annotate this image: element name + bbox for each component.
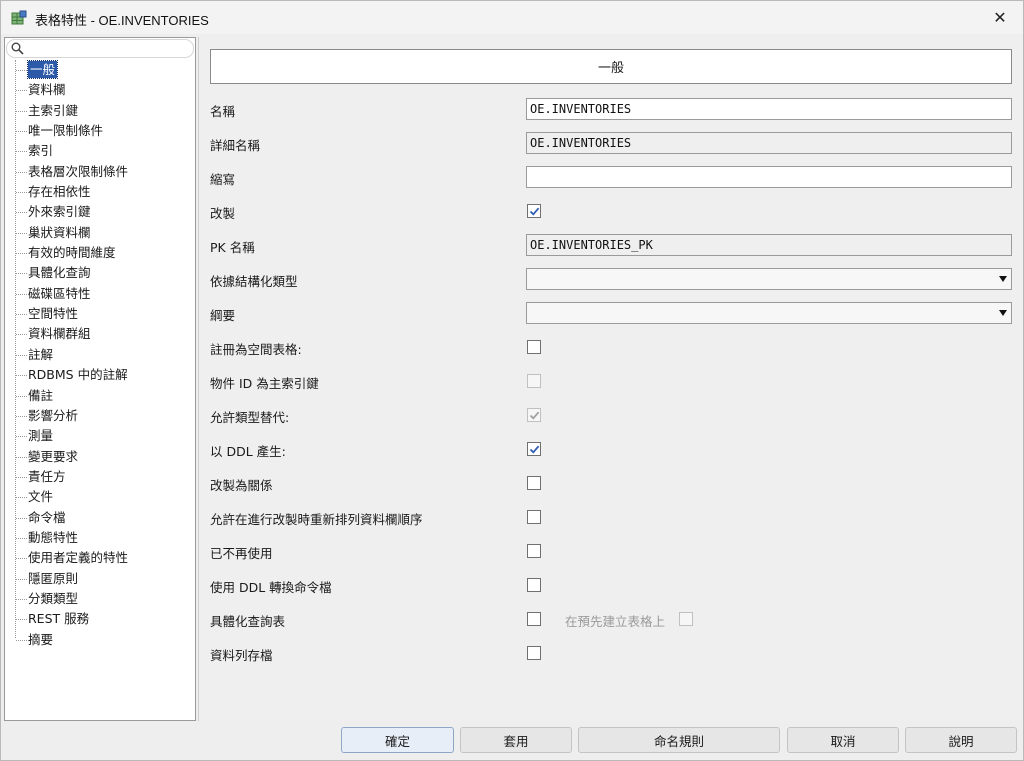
- engineer-relation-label: 改製為關係: [210, 478, 273, 493]
- tree-item-valid-time[interactable]: 有效的時間維度: [5, 243, 195, 263]
- tree-item-spatial-properties[interactable]: 空間特性: [5, 304, 195, 324]
- materialized-query-table-checkbox[interactable]: [527, 612, 541, 626]
- pk-name-label: PK 名稱: [210, 240, 255, 255]
- row-archival-checkbox[interactable]: [527, 646, 541, 660]
- generate-ddl-label: 以 DDL 產生:: [210, 444, 286, 459]
- checkmark-icon: [529, 411, 540, 420]
- long-name-field: OE.INVENTORIES: [526, 132, 1012, 154]
- tree-item-measurements[interactable]: 測量: [5, 426, 195, 446]
- register-spatial-label: 註冊為空間表格:: [210, 342, 302, 357]
- help-button[interactable]: 說明: [905, 727, 1017, 753]
- allow-reorder-checkbox[interactable]: [527, 510, 541, 524]
- tree-item-impact-analysis[interactable]: 影響分析: [5, 406, 195, 426]
- window-title: 表格特性 - OE.INVENTORIES: [35, 13, 209, 28]
- tree-item-summary[interactable]: 摘要: [5, 630, 195, 650]
- close-button[interactable]: ✕: [977, 1, 1023, 34]
- tree-item-volume-properties[interactable]: 磁碟區特性: [5, 284, 195, 304]
- name-field[interactable]: OE.INVENTORIES: [526, 98, 1012, 120]
- apply-button[interactable]: 套用: [460, 727, 572, 753]
- allow-substitution-checkbox: [527, 408, 541, 422]
- oid-pk-checkbox: [527, 374, 541, 388]
- deprecated-checkbox[interactable]: [527, 544, 541, 558]
- on-prebuilt-table-label: 在預先建立表格上: [565, 614, 666, 629]
- pk-name-field: OE.INVENTORIES_PK: [526, 234, 1012, 256]
- tree-item-table-constraints[interactable]: 表格層次限制條件: [5, 162, 195, 182]
- abbreviation-field[interactable]: [526, 166, 1012, 188]
- tree-item-comments[interactable]: 註解: [5, 345, 195, 365]
- on-prebuilt-table-checkbox: [679, 612, 693, 626]
- tree-item-dynamic-properties[interactable]: 動態特性: [5, 528, 195, 548]
- based-on-type-label: 依據結構化類型: [210, 274, 298, 289]
- schema-label: 綱要: [210, 308, 236, 323]
- tree-search-input[interactable]: [6, 39, 194, 58]
- checkmark-icon: [529, 207, 540, 216]
- tree-item-column-groups[interactable]: 資料欄群組: [5, 324, 195, 344]
- tree-item-general[interactable]: 一般: [5, 60, 195, 80]
- engineer-label: 改製: [210, 206, 236, 221]
- properties-pane: 一般 名稱 OE.INVENTORIES 詳細名稱 OE.INVENTORIES…: [198, 37, 1023, 721]
- long-name-label: 詳細名稱: [210, 138, 261, 153]
- register-spatial-checkbox[interactable]: [527, 340, 541, 354]
- tree-item-responsible-parties[interactable]: 責任方: [5, 467, 195, 487]
- tree-item-foreign-keys[interactable]: 外來索引鍵: [5, 202, 195, 222]
- deprecated-label: 已不再使用: [210, 546, 273, 561]
- tree-item-nested-columns[interactable]: 巢狀資料欄: [5, 223, 195, 243]
- navigation-pane: 一般 資料欄 主索引鍵 唯一限制條件 索引 表格層次限制條件 存在相依性 外來索…: [4, 37, 196, 721]
- tree-item-notes[interactable]: 備註: [5, 386, 195, 406]
- tree-item-columns[interactable]: 資料欄: [5, 80, 195, 100]
- dropdown-arrow-icon[interactable]: [999, 310, 1007, 316]
- table-properties-dialog: 表格特性 - OE.INVENTORIES ✕ 一般 資料欄 主索引鍵 唯一限制…: [0, 0, 1024, 761]
- materialized-query-table-label: 具體化查詢表: [210, 614, 286, 629]
- allow-substitution-label: 允許類型替代:: [210, 410, 290, 425]
- close-icon[interactable]: ✕: [993, 8, 1006, 27]
- tree-item-unique-constraints[interactable]: 唯一限制條件: [5, 121, 195, 141]
- tree-item-change-requests[interactable]: 變更要求: [5, 447, 195, 467]
- engineer-checkbox[interactable]: [527, 204, 541, 218]
- ok-button[interactable]: 確定: [341, 727, 454, 753]
- engineer-relation-checkbox[interactable]: [527, 476, 541, 490]
- tree-item-primary-key[interactable]: 主索引鍵: [5, 101, 195, 121]
- title-bar: 表格特性 - OE.INVENTORIES ✕: [1, 1, 1023, 34]
- tree-item-rdbms-comments[interactable]: RDBMS 中的註解: [5, 365, 195, 385]
- name-label: 名稱: [210, 104, 236, 119]
- tree-item-security-policies[interactable]: 隱匿原則: [5, 569, 195, 589]
- oid-pk-label: 物件 ID 為主索引鍵: [210, 376, 319, 391]
- cancel-button[interactable]: 取消: [787, 727, 899, 753]
- tree-item-rest-services[interactable]: REST 服務: [5, 609, 195, 629]
- tree-item-indexes[interactable]: 索引: [5, 141, 195, 161]
- row-archival-label: 資料列存檔: [210, 648, 273, 663]
- ddl-transform-checkbox[interactable]: [527, 578, 541, 592]
- dropdown-arrow-icon[interactable]: [999, 276, 1007, 282]
- tree-item-materialized-query[interactable]: 具體化查詢: [5, 263, 195, 283]
- table-app-icon: [11, 10, 27, 26]
- abbreviation-label: 縮寫: [210, 172, 236, 187]
- section-header: 一般: [210, 49, 1012, 84]
- allow-reorder-label: 允許在進行改製時重新排列資料欄順序: [210, 512, 423, 527]
- ddl-transform-label: 使用 DDL 轉換命令檔: [210, 580, 332, 595]
- tree-item-classification-types[interactable]: 分類類型: [5, 589, 195, 609]
- search-icon: [11, 42, 24, 55]
- checkmark-icon: [529, 445, 540, 454]
- generate-ddl-checkbox[interactable]: [527, 442, 541, 456]
- based-on-type-select[interactable]: [526, 268, 1012, 290]
- tree-item-dependencies[interactable]: 存在相依性: [5, 182, 195, 202]
- tree-item-documents[interactable]: 文件: [5, 487, 195, 507]
- tree-item-user-defined-properties[interactable]: 使用者定義的特性: [5, 548, 195, 568]
- schema-select[interactable]: [526, 302, 1012, 324]
- naming-rules-button[interactable]: 命名規則: [578, 727, 780, 753]
- property-tree: 一般 資料欄 主索引鍵 唯一限制條件 索引 表格層次限制條件 存在相依性 外來索…: [5, 60, 195, 650]
- tree-item-scripts[interactable]: 命令檔: [5, 508, 195, 528]
